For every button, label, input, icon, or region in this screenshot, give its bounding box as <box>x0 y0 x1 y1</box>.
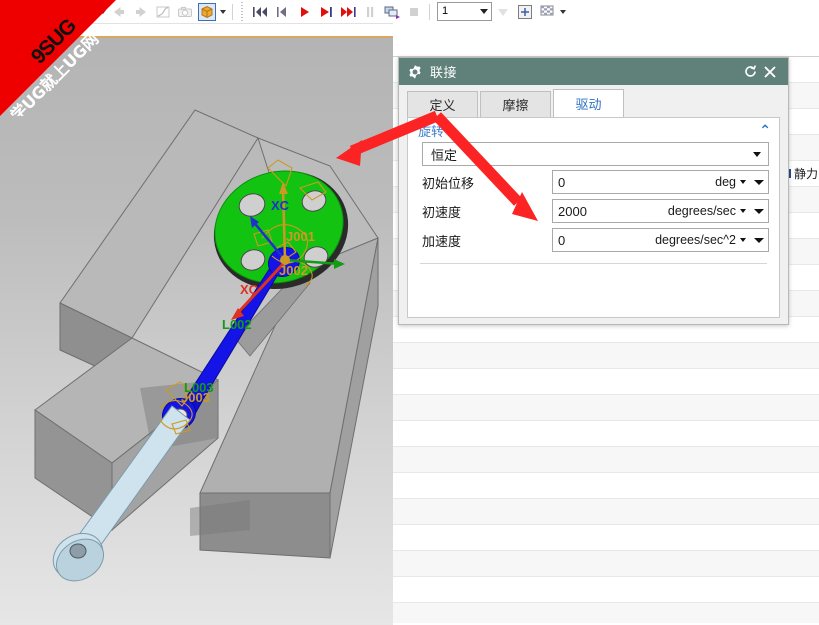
tab-2[interactable]: 摩擦 <box>480 91 551 117</box>
field-input[interactable]: 0 degrees/sec^2 <box>552 228 769 252</box>
field-value: 0 <box>558 174 566 190</box>
field-unit: degrees/sec^2 <box>655 233 736 247</box>
chevron-down-icon[interactable] <box>749 208 768 214</box>
table-row[interactable] <box>393 421 819 447</box>
drive-fields: 初始位移 0 deg 初速度 2000 degrees/sec 加速度 0 degrees/se… <box>408 169 779 253</box>
field-unit: degrees/sec <box>667 204 736 218</box>
chevron-down-icon[interactable] <box>749 237 768 243</box>
field-input[interactable]: 2000 degrees/sec <box>552 199 769 223</box>
label-joint-j001: J001 <box>286 229 315 244</box>
label-axis-xc-bottom: XC <box>240 282 259 297</box>
dialog-body: 定义 摩擦 驱动 旋转 ⌃ 恒定 初始位移 0 deg 初速度 2000 degrees/se… <box>399 85 788 324</box>
table-row[interactable] <box>393 499 819 525</box>
step-back-arrow-icon[interactable] <box>108 2 130 22</box>
drive-type-select[interactable]: 恒定 <box>422 142 769 166</box>
chevron-down-icon[interactable] <box>749 179 768 185</box>
table-row[interactable] <box>393 603 819 623</box>
trace-icon[interactable] <box>44 2 66 22</box>
field-label: 初始位移 <box>422 176 475 192</box>
field-value: 0 <box>558 232 566 248</box>
top-toolbar: x 1 <box>0 0 819 24</box>
label-joint-j002: J002 <box>279 263 308 278</box>
field-value: 2000 <box>558 203 587 219</box>
table-row[interactable] <box>393 395 819 421</box>
label-axis-xc-top: XC <box>271 198 290 213</box>
toolbar-divider <box>232 3 233 20</box>
animation-step-combobox[interactable]: 1 <box>437 2 492 21</box>
spreadsheet-icon[interactable]: x <box>76 2 98 22</box>
chart-curve-dropdown[interactable] <box>34 2 44 22</box>
fast-forward-button[interactable] <box>337 2 359 22</box>
field-label: 初速度 <box>422 205 462 221</box>
joint-dialog[interactable]: 联接 定义 摩擦 驱动 旋转 ⌃ 恒定 初始位移 0 deg 初速度 2000 degrees… <box>398 57 789 325</box>
chart-curve-icon[interactable] <box>12 2 34 22</box>
package-box-dropdown[interactable] <box>218 2 228 22</box>
graph-plot-icon[interactable] <box>152 2 174 22</box>
dialog-tabs: 定义 摩擦 驱动 <box>399 85 788 117</box>
table-row[interactable] <box>393 343 819 369</box>
label-link-l002: L002 <box>222 317 252 332</box>
section-divider <box>420 263 767 264</box>
dialog-title: 联接 <box>430 66 458 81</box>
unit-dropdown-icon[interactable] <box>736 209 749 213</box>
3d-model-scene: XC XC J001 J002 J003 L002 L003 <box>34 109 379 582</box>
animation-step-value: 1 <box>442 5 449 17</box>
label-link-l003: L003 <box>184 380 214 395</box>
close-icon[interactable] <box>760 62 780 82</box>
step-forward-arrow-icon[interactable] <box>130 2 152 22</box>
field-row: 初速度 2000 degrees/sec <box>408 198 779 224</box>
field-row: 初始位移 0 deg <box>408 169 779 195</box>
step-backward-button[interactable] <box>271 2 293 22</box>
table-row[interactable] <box>393 551 819 577</box>
add-step-button[interactable] <box>514 2 536 22</box>
tab-3[interactable]: 驱动 <box>553 89 624 117</box>
field-unit: deg <box>715 175 736 189</box>
table-row[interactable] <box>393 525 819 551</box>
table-row[interactable] <box>393 473 819 499</box>
finish-flag-dropdown[interactable] <box>558 2 568 22</box>
camera-icon[interactable] <box>174 2 196 22</box>
chevron-up-icon[interactable]: ⌃ <box>759 122 771 139</box>
table-row[interactable] <box>393 369 819 395</box>
unit-dropdown-icon[interactable] <box>736 180 749 184</box>
table-row[interactable] <box>393 577 819 603</box>
background-panel-header <box>393 23 819 57</box>
field-label: 加速度 <box>422 234 462 250</box>
rotation-section-header[interactable]: 旋转 ⌃ <box>408 118 779 142</box>
tab-1[interactable]: 定义 <box>407 91 478 117</box>
finish-flag-button[interactable] <box>536 2 558 22</box>
play-to-end-button[interactable] <box>315 2 337 22</box>
dialog-title-bar[interactable]: 联接 <box>399 58 788 85</box>
play-button[interactable] <box>293 2 315 22</box>
gear-icon <box>407 64 423 80</box>
package-box-icon[interactable] <box>196 2 218 22</box>
drive-type-row: 恒定 <box>408 142 779 166</box>
trace-dropdown[interactable] <box>66 2 76 22</box>
toolbar-drag-grip[interactable] <box>3 2 9 21</box>
pause-button[interactable] <box>359 2 381 22</box>
spreadsheet-dropdown[interactable] <box>98 2 108 22</box>
chevron-down-icon[interactable] <box>746 151 768 157</box>
unit-dropdown-icon[interactable] <box>736 238 749 242</box>
row-label-text: 静力 <box>794 167 819 181</box>
reset-button[interactable] <box>740 62 760 82</box>
field-input[interactable]: 0 deg <box>552 170 769 194</box>
3d-viewport[interactable]: XC XC J001 J002 J003 L002 L003 <box>0 36 393 625</box>
rewind-to-start-button[interactable] <box>249 2 271 22</box>
rotation-section-title: 旋转 <box>418 124 445 140</box>
export-animation-button[interactable] <box>381 2 403 22</box>
drive-type-value: 恒定 <box>431 148 458 164</box>
stop-button[interactable] <box>403 2 425 22</box>
toolbar-divider-2 <box>429 3 430 20</box>
drive-panel: 旋转 ⌃ 恒定 初始位移 0 deg 初速度 2000 degrees/sec 加速度 0 de… <box>407 117 780 318</box>
field-row: 加速度 0 degrees/sec^2 <box>408 227 779 253</box>
table-row[interactable] <box>393 447 819 473</box>
playback-toolbar-grip[interactable] <box>240 2 246 21</box>
chevron-down-icon[interactable] <box>477 9 491 14</box>
filter-down-button[interactable] <box>492 2 514 22</box>
